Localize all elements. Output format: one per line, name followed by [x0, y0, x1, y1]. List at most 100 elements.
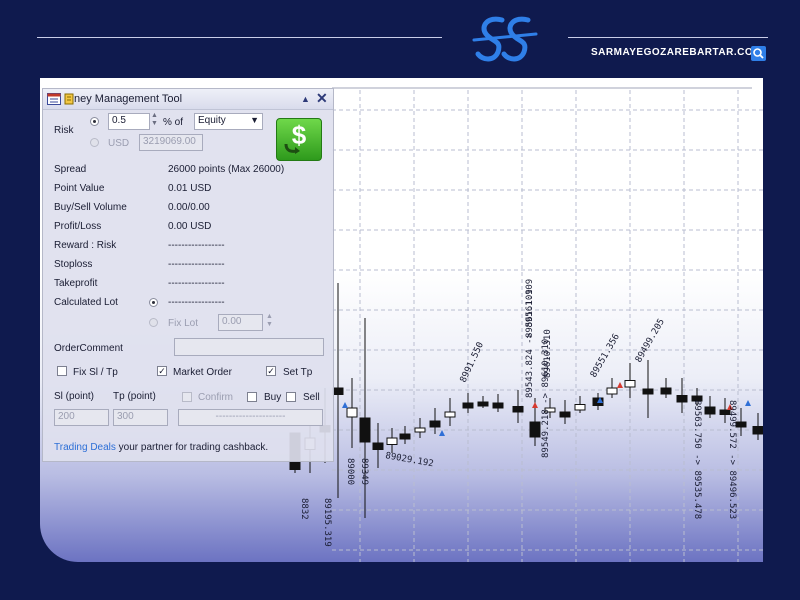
chart-price-label: 89499.572 -> 89496.523	[727, 400, 737, 519]
order-comment-label: OrderComment	[54, 343, 123, 354]
refresh-arrow-icon	[284, 143, 300, 154]
footer-text: your partner for trading cashback.	[115, 442, 269, 453]
close-icon[interactable]: ✕	[316, 90, 328, 107]
risk-base-select[interactable]: Equity ▼	[194, 113, 263, 130]
chart-price-label: 89551.356	[589, 332, 622, 379]
panel-title: ney Management Tool	[74, 93, 183, 105]
percent-of-label: % of	[163, 117, 184, 128]
dollar-button[interactable]: $	[276, 118, 322, 161]
trade-arrow-icon	[439, 430, 445, 436]
sl-label: Sl (point)	[54, 391, 95, 402]
fix-lot-radio[interactable]	[149, 318, 158, 327]
candle-body	[359, 417, 371, 443]
confirm-checkbox[interactable]	[182, 392, 192, 402]
info-row-value: -----------------	[168, 278, 225, 289]
candle-body	[492, 402, 504, 409]
market-order-checkbox[interactable]: ✓	[157, 366, 167, 376]
info-row-value: 0.00/0.00	[168, 202, 210, 213]
set-tp-checkbox[interactable]: ✓	[266, 366, 276, 376]
trade-arrow-icon	[617, 382, 623, 388]
chart-price-label: 89000	[345, 458, 355, 485]
risk-label: Risk	[54, 125, 74, 136]
info-row-value: 0.00 USD	[168, 221, 212, 232]
sell-checkbox[interactable]	[286, 392, 296, 402]
header-line-right	[568, 37, 768, 38]
info-row-value: -----------------	[168, 297, 225, 308]
info-row-label: Takeprofit	[54, 278, 98, 289]
money-management-panel[interactable]: ney Management Tool ▲ ✕ Risk 0.5 ▲ ▼ % of…	[42, 88, 334, 462]
tp-input[interactable]: 300	[113, 409, 168, 426]
candle-body	[704, 406, 716, 415]
tool-icon	[64, 93, 74, 105]
risk-percent-stepper-icon[interactable]: ▲ ▼	[151, 112, 158, 128]
chart-price-label: 89549.218 -> 89610.310	[541, 339, 551, 458]
info-row-value: -----------------	[168, 259, 225, 270]
trade-action-button[interactable]: ---------------------	[178, 409, 323, 426]
panel-footer: Trading Deals your partner for trading c…	[54, 442, 268, 453]
chart-price-label: 8832	[299, 498, 309, 520]
info-row-label: Reward : Risk	[54, 240, 117, 251]
candle-body	[606, 387, 618, 395]
chart-price-label: 89499.205	[634, 317, 667, 364]
risk-percent-radio[interactable]	[90, 117, 99, 126]
site-name[interactable]: SARMAYEGOZAREBARTAR.COM	[591, 47, 762, 58]
fix-lot-input[interactable]: 0.00	[218, 314, 263, 331]
trade-action-placeholder: ---------------------	[215, 411, 286, 422]
chart-price-label: 89195.319	[322, 498, 332, 547]
risk-percent-input[interactable]: 0.5	[108, 113, 150, 130]
candle-body	[477, 401, 489, 407]
risk-usd-radio[interactable]	[90, 138, 99, 147]
buy-label: Buy	[264, 392, 282, 403]
fix-sl-tp-checkbox[interactable]	[57, 366, 67, 376]
collapse-icon[interactable]: ▲	[301, 94, 310, 104]
set-tp-label: Set Tp	[283, 367, 313, 378]
candle-body	[676, 395, 688, 403]
candle-body	[444, 411, 456, 418]
tp-label: Tp (point)	[113, 391, 156, 402]
buy-checkbox[interactable]	[247, 392, 257, 402]
calculated-lot-radio[interactable]	[149, 298, 158, 307]
search-icon[interactable]	[751, 46, 766, 61]
fix-lot-stepper-icon[interactable]: ▲ ▼	[266, 313, 273, 329]
sell-label: Sell	[303, 392, 320, 403]
candle-body	[529, 421, 541, 438]
candle-body	[429, 420, 441, 428]
chart-price-label: 8991.550	[459, 341, 486, 385]
chart-price-label: 89563.750 -> 89535.478	[692, 400, 702, 519]
candle-body	[660, 387, 672, 395]
info-row-value: 0.01 USD	[168, 183, 212, 194]
candle-body	[386, 437, 398, 445]
chart-price-label: 89029.192	[384, 451, 434, 469]
candle-body	[559, 411, 571, 418]
trade-arrow-icon	[342, 402, 348, 408]
info-row-label: Point Value	[54, 183, 105, 194]
order-comment-input[interactable]	[174, 338, 324, 356]
risk-usd-input[interactable]: 3219069.00	[139, 134, 203, 151]
info-row-label: Buy/Sell Volume	[54, 202, 127, 213]
candle-body	[372, 442, 384, 450]
usd-label: USD	[108, 138, 130, 149]
info-row-value: 26000 points (Max 26000)	[168, 164, 285, 175]
info-row-value: -----------------	[168, 240, 225, 251]
trading-deals-link[interactable]: Trading Deals	[54, 442, 116, 453]
trade-arrow-icon	[532, 402, 538, 408]
window-icon	[47, 93, 61, 105]
candle-body	[574, 404, 586, 411]
chart-price-label: 89349	[359, 458, 369, 485]
candle-body	[642, 388, 654, 395]
panel-titlebar[interactable]: ney Management Tool ▲ ✕	[43, 89, 333, 110]
sl-input[interactable]: 200	[54, 409, 109, 426]
chart-price-label: 89543.824 -> 89561.109	[525, 279, 535, 398]
ss-logo-icon	[472, 16, 538, 62]
info-row-label: Spread	[54, 164, 87, 175]
trade-arrow-icon	[745, 400, 751, 406]
fix-lot-label: Fix Lot	[168, 318, 199, 329]
risk-base-value: Equity	[198, 115, 226, 126]
candle-body	[414, 427, 426, 433]
header-line-left	[37, 37, 442, 38]
info-row-label: Profit/Loss	[54, 221, 102, 232]
candle-body	[624, 380, 636, 388]
info-row-label: Calculated Lot	[54, 297, 118, 308]
candle-body	[399, 433, 411, 440]
candle-body	[332, 387, 344, 395]
